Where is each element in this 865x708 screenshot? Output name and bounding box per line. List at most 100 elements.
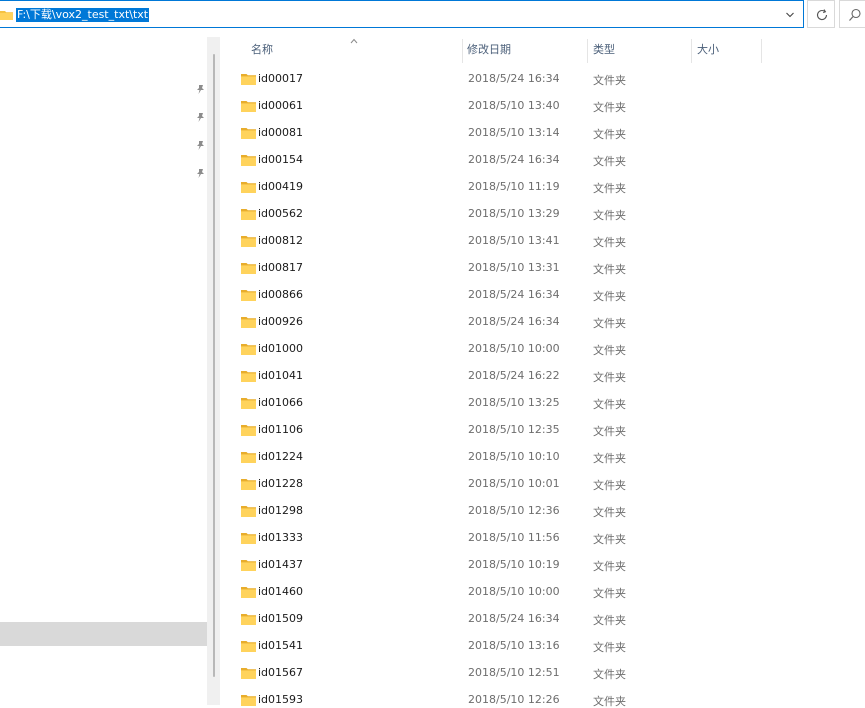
nav-item-selected[interactable] <box>0 622 207 646</box>
file-type: 文件夹 <box>593 317 626 330</box>
folder-icon <box>241 181 256 196</box>
pin-icon[interactable] <box>196 169 205 182</box>
file-date: 2018/5/10 10:01 <box>468 477 560 490</box>
file-name[interactable]: id00081 <box>258 126 303 139</box>
chevron-down-icon[interactable] <box>785 10 795 23</box>
file-name[interactable]: id01593 <box>258 693 303 706</box>
address-bar[interactable]: F:\下载\vox2_test_txt\txt <box>0 0 804 28</box>
folder-icon <box>0 10 13 23</box>
file-row[interactable]: id01228 2018/5/10 10:01 文件夹 <box>220 471 865 498</box>
file-name[interactable]: id01333 <box>258 531 303 544</box>
file-date: 2018/5/10 12:36 <box>468 504 560 517</box>
file-name[interactable]: id01228 <box>258 477 303 490</box>
file-row[interactable]: id00061 2018/5/10 13:40 文件夹 <box>220 93 865 120</box>
column-size[interactable]: 大小 <box>697 37 719 63</box>
folder-icon <box>241 73 256 88</box>
file-date: 2018/5/10 13:29 <box>468 207 560 220</box>
file-type: 文件夹 <box>593 506 626 519</box>
file-type: 文件夹 <box>593 371 626 384</box>
file-type: 文件夹 <box>593 641 626 654</box>
file-type: 文件夹 <box>593 263 626 276</box>
navigation-pane[interactable] <box>0 29 207 708</box>
file-row[interactable]: id00562 2018/5/10 13:29 文件夹 <box>220 201 865 228</box>
file-name[interactable]: id01567 <box>258 666 303 679</box>
folder-icon <box>241 640 256 655</box>
file-name[interactable]: id01460 <box>258 585 303 598</box>
file-type: 文件夹 <box>593 209 626 222</box>
folder-icon <box>241 235 256 250</box>
file-type: 文件夹 <box>593 479 626 492</box>
file-name[interactable]: id01041 <box>258 369 303 382</box>
column-date[interactable]: 修改日期 <box>467 37 511 63</box>
file-name[interactable]: id00562 <box>258 207 303 220</box>
file-type: 文件夹 <box>593 560 626 573</box>
file-row[interactable]: id00081 2018/5/10 13:14 文件夹 <box>220 120 865 147</box>
file-row[interactable]: id00817 2018/5/10 13:31 文件夹 <box>220 255 865 282</box>
file-date: 2018/5/10 11:56 <box>468 531 560 544</box>
refresh-button[interactable] <box>807 0 835 28</box>
file-type: 文件夹 <box>593 182 626 195</box>
file-row[interactable]: id01460 2018/5/10 10:00 文件夹 <box>220 579 865 606</box>
file-list[interactable]: id00017 2018/5/24 16:34 文件夹 id00061 2018/5/1… <box>220 66 865 708</box>
folder-icon <box>241 532 256 547</box>
file-row[interactable]: id00419 2018/5/10 11:19 文件夹 <box>220 174 865 201</box>
file-row[interactable]: id01000 2018/5/10 10:00 文件夹 <box>220 336 865 363</box>
file-row[interactable]: id00154 2018/5/24 16:34 文件夹 <box>220 147 865 174</box>
folder-icon <box>241 613 256 628</box>
file-row[interactable]: id01041 2018/5/24 16:22 文件夹 <box>220 363 865 390</box>
file-row[interactable]: id01333 2018/5/10 11:56 文件夹 <box>220 525 865 552</box>
file-date: 2018/5/10 13:14 <box>468 126 560 139</box>
file-row[interactable]: id01298 2018/5/10 12:36 文件夹 <box>220 498 865 525</box>
file-date: 2018/5/24 16:22 <box>468 369 560 382</box>
file-row[interactable]: id01437 2018/5/10 10:19 文件夹 <box>220 552 865 579</box>
column-name[interactable]: 名称 <box>251 37 273 63</box>
file-date: 2018/5/10 13:31 <box>468 261 560 274</box>
pin-icon[interactable] <box>196 113 205 126</box>
column-divider[interactable] <box>761 39 762 63</box>
file-row[interactable]: id01106 2018/5/10 12:35 文件夹 <box>220 417 865 444</box>
file-type: 文件夹 <box>593 236 626 249</box>
file-row[interactable]: id01066 2018/5/10 13:25 文件夹 <box>220 390 865 417</box>
file-row[interactable]: id00017 2018/5/24 16:34 文件夹 <box>220 66 865 93</box>
file-name[interactable]: id01000 <box>258 342 303 355</box>
file-name[interactable]: id00154 <box>258 153 303 166</box>
file-row[interactable]: id00866 2018/5/24 16:34 文件夹 <box>220 282 865 309</box>
file-type: 文件夹 <box>593 155 626 168</box>
file-row[interactable]: id01593 2018/5/10 12:26 文件夹 <box>220 687 865 708</box>
file-row[interactable]: id01567 2018/5/10 12:51 文件夹 <box>220 660 865 687</box>
folder-icon <box>241 478 256 493</box>
file-name[interactable]: id00061 <box>258 99 303 112</box>
pin-icon[interactable] <box>196 141 205 154</box>
sort-ascending-icon <box>350 34 358 47</box>
nav-scrollbar-thumb[interactable] <box>213 54 215 677</box>
search-input[interactable] <box>839 0 865 28</box>
file-name[interactable]: id01298 <box>258 504 303 517</box>
file-name[interactable]: id00812 <box>258 234 303 247</box>
file-type: 文件夹 <box>593 533 626 546</box>
file-name[interactable]: id00419 <box>258 180 303 193</box>
file-type: 文件夹 <box>593 452 626 465</box>
file-row[interactable]: id01509 2018/5/24 16:34 文件夹 <box>220 606 865 633</box>
column-divider[interactable] <box>691 39 692 63</box>
file-name[interactable]: id01224 <box>258 450 303 463</box>
address-path[interactable]: F:\下载\vox2_test_txt\txt <box>16 8 150 22</box>
file-name[interactable]: id00926 <box>258 315 303 328</box>
file-name[interactable]: id01541 <box>258 639 303 652</box>
file-name[interactable]: id01106 <box>258 423 303 436</box>
pin-icon[interactable] <box>196 85 205 98</box>
column-type[interactable]: 类型 <box>593 37 615 63</box>
folder-icon <box>241 316 256 331</box>
file-name[interactable]: id01066 <box>258 396 303 409</box>
file-row[interactable]: id00926 2018/5/24 16:34 文件夹 <box>220 309 865 336</box>
file-date: 2018/5/10 11:19 <box>468 180 560 193</box>
file-row[interactable]: id00812 2018/5/10 13:41 文件夹 <box>220 228 865 255</box>
column-divider[interactable] <box>587 39 588 63</box>
file-name[interactable]: id01509 <box>258 612 303 625</box>
column-divider[interactable] <box>462 39 463 63</box>
file-name[interactable]: id00017 <box>258 72 303 85</box>
file-name[interactable]: id01437 <box>258 558 303 571</box>
file-name[interactable]: id00817 <box>258 261 303 274</box>
file-name[interactable]: id00866 <box>258 288 303 301</box>
file-row[interactable]: id01224 2018/5/10 10:10 文件夹 <box>220 444 865 471</box>
file-row[interactable]: id01541 2018/5/10 13:16 文件夹 <box>220 633 865 660</box>
